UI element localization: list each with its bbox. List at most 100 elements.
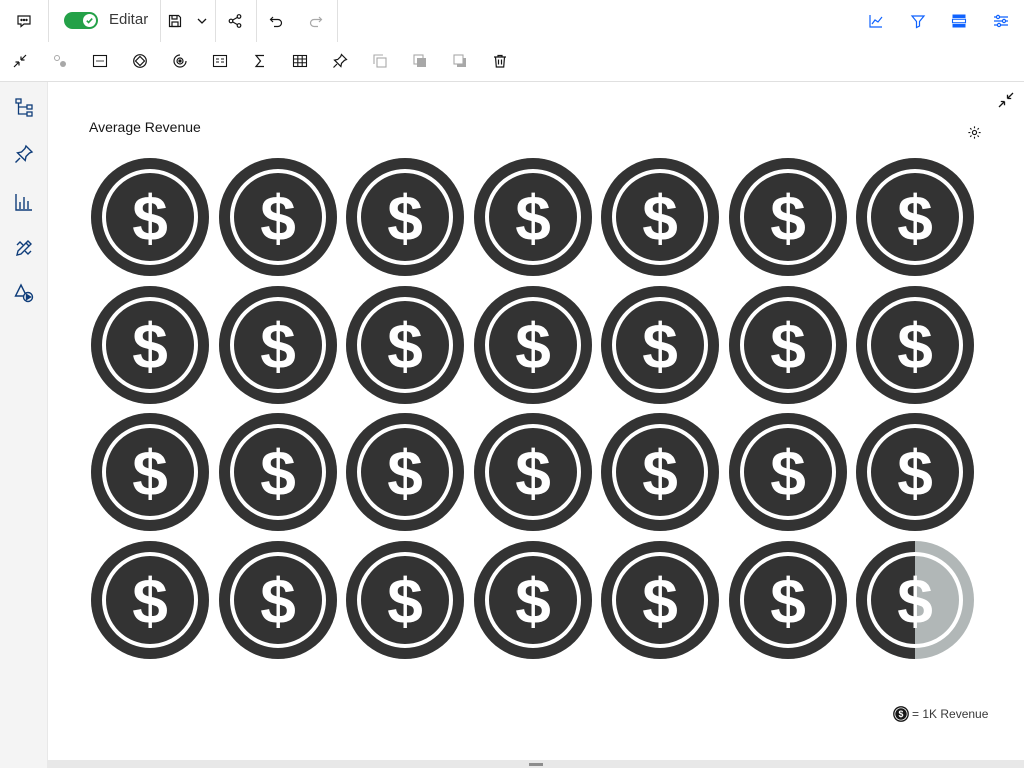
dollar-coin-icon: $$ [473,413,592,531]
dollar-coin-icon: $$ [601,413,719,531]
delete-button[interactable] [484,45,516,77]
shapes-icon [14,283,34,303]
design-icon [16,240,32,256]
pin-button[interactable] [324,45,356,77]
share-icon [228,14,242,28]
dollar-coin-icon: $$ [91,158,209,276]
insights-icon [869,15,883,28]
dollar-coin-icon: $$ [728,540,847,659]
checkmark-icon [86,17,93,24]
data-tray-button[interactable] [943,5,975,37]
duplicate-icon [373,54,387,68]
left-rail [0,82,48,768]
svg-text:$: $ [260,182,296,254]
navigate-button[interactable] [124,45,156,77]
collapse-icon [998,92,1014,108]
save-button[interactable] [159,5,191,37]
svg-text:$: $ [260,437,296,509]
summation-icon [254,54,264,68]
edit-toggle[interactable] [64,12,98,29]
svg-text:$: $ [132,182,168,254]
dollar-coin-icon: $$ [346,540,464,659]
chart-legend: $ = 1K Revenue [893,706,988,722]
save-menu-button[interactable] [188,5,216,37]
dollar-coin-icon: $$ [346,285,464,404]
share-button[interactable] [219,5,251,37]
text-button[interactable] [204,45,236,77]
send-backward-button[interactable] [444,45,476,77]
hierarchy-button[interactable] [8,91,40,123]
insights-button[interactable] [860,5,892,37]
data-tray-icon [951,14,967,28]
target-icon [173,54,187,68]
svg-text:$: $ [515,182,551,254]
svg-text:$: $ [515,310,551,382]
bar-chart-icon [15,194,32,211]
svg-text:$: $ [642,565,678,637]
dollar-coin-icon: $ [893,706,909,722]
svg-text:$: $ [260,565,296,637]
design-button[interactable] [8,232,40,264]
dollar-coin-icon: $$ [473,285,592,404]
toolbar-divider [256,0,257,42]
redo-button[interactable] [300,5,332,37]
hierarchy-icon [15,98,33,117]
svg-text:$: $ [387,437,423,509]
svg-text:$: $ [897,437,933,509]
delete-icon [494,54,506,68]
save-icon [168,14,182,28]
undo-button[interactable] [260,5,292,37]
shapes-button[interactable] [8,277,40,309]
svg-text:$: $ [387,565,423,637]
dollar-coin-icon: $$ [218,540,337,659]
duplicate-button[interactable] [364,45,396,77]
dollar-coin-icon: $$ [856,285,974,404]
target-button[interactable] [164,45,196,77]
dollar-coin-icon: $$ [601,285,719,404]
dollar-coin-icon: $$ [856,540,974,659]
text-icon [212,54,228,68]
collapse-icon [13,54,27,68]
properties-button[interactable] [985,5,1017,37]
table-button[interactable] [284,45,316,77]
pin-panel-button[interactable] [8,138,40,170]
svg-text:$: $ [770,437,806,509]
dollar-coin-icon: $$ [601,540,719,659]
dollar-coin-icon: $$ [218,285,337,404]
bring-forward-button[interactable] [404,45,436,77]
svg-text:$: $ [770,182,806,254]
dollar-coin-icon: $$ [601,158,719,276]
svg-text:$: $ [897,182,933,254]
table-icon [292,54,308,68]
top-toolbar: Editar [0,0,1024,82]
bring-forward-icon [413,54,426,67]
svg-text:$: $ [132,310,168,382]
dollar-coin-icon: $$ [856,413,974,531]
dollar-coin-icon: $$ [728,413,847,531]
dashboard-canvas[interactable]: Average Revenue $ $ $ $ $ $ $ $ $ $ $ $ $ $ $ $ $ $ $ $ $ $ $ $… [48,82,1024,760]
svg-text:$: $ [770,565,806,637]
connect-button[interactable] [44,45,76,77]
svg-text:$: $ [132,565,168,637]
dollar-coin-icon: $$ [91,540,209,659]
dollar-coin-icon: $$ [728,285,847,404]
collapse-view-button[interactable] [994,88,1018,112]
svg-text:$: $ [515,565,551,637]
filter-icon [910,15,926,29]
comment-button[interactable] [8,5,40,37]
toggle-knob [83,14,96,27]
svg-text:$: $ [387,310,423,382]
dollar-coin-icon: $$ [473,540,592,659]
comment-icon [17,15,31,28]
collapse-button[interactable] [4,45,36,77]
visualizations-button[interactable] [8,186,40,218]
redo-icon [309,16,323,28]
image-button[interactable] [84,45,116,77]
summation-button[interactable] [244,45,276,77]
toolbar-row-2 [0,42,1024,82]
svg-text:$: $ [260,310,296,382]
visualization-settings-button[interactable] [962,120,986,144]
resize-handle[interactable] [529,763,543,766]
filter-button[interactable] [902,5,934,37]
dollar-coin-icon: $$ [91,413,209,531]
